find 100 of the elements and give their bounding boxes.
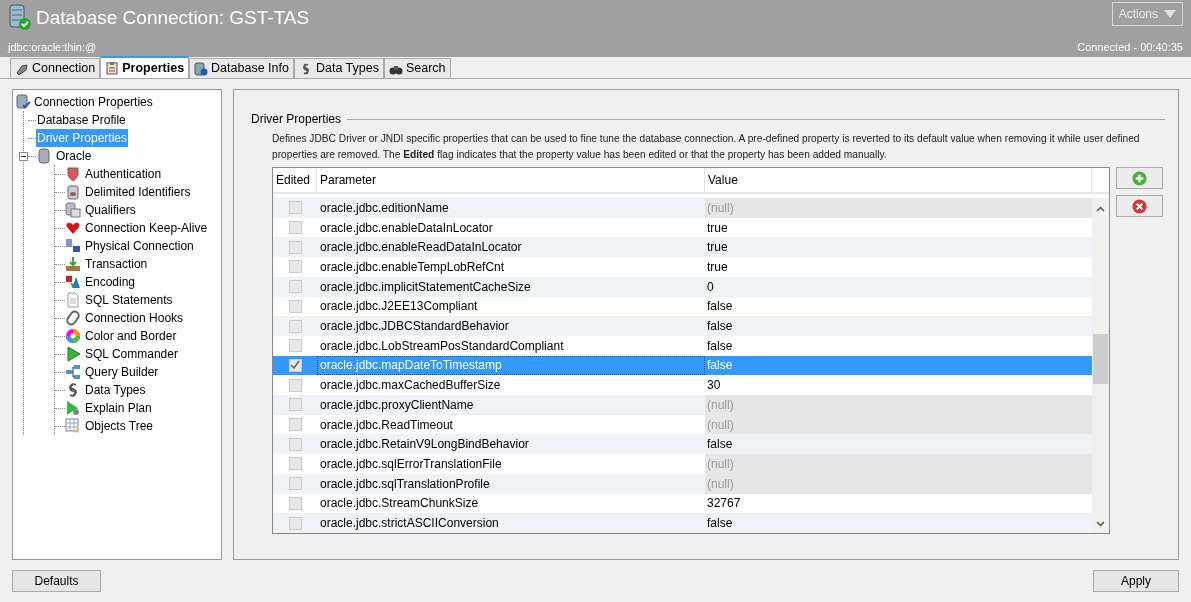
tree-item[interactable]: SQL Commander [84,345,179,363]
scrollbar-thumb[interactable] [1093,334,1108,384]
tab[interactable]: Connection [10,58,101,78]
tray-arrow-icon [65,256,81,272]
table-cell-text: oracle.jdbc.ReadTimeout [319,416,454,434]
play-icon [65,346,81,362]
edited-checkbox[interactable] [288,358,302,372]
table-row[interactable]: oracle.jdbc.implicitStatementCacheSize 0 [273,276,1092,297]
table-row[interactable]: oracle.jdbc.enableReadDataInLocator true [273,237,1092,258]
table-cell-text: oracle.jdbc.enableReadDataInLocator [319,239,523,257]
table-row[interactable]: oracle.jdbc.sqlTranslationProfile (null) [273,473,1092,494]
tree-item[interactable]: Transaction [84,255,149,273]
section-title: Driver Properties [251,111,342,128]
remove-button[interactable] [1116,195,1163,217]
edited-checkbox[interactable] [288,418,302,432]
edited-checkbox[interactable] [288,299,302,313]
edited-checkbox[interactable] [288,477,302,491]
edited-checkbox[interactable] [288,457,302,471]
tree-item[interactable]: Connection Hooks [84,309,185,327]
edited-checkbox[interactable] [288,496,302,510]
tree-item[interactable]: Explain Plan [84,399,153,417]
tree-item[interactable]: Color and Border [84,327,178,345]
edited-checkbox[interactable] [288,221,302,235]
edited-checkbox[interactable] [288,398,302,412]
tree-item[interactable]: Connection Keep-Alive [84,219,209,237]
table-cell-text: false [706,436,734,454]
clipboard-icon [105,61,120,75]
tree-item[interactable]: Data Types [84,381,147,399]
edited-checkbox[interactable] [288,319,302,333]
tree-item[interactable]: Delimited Identifiers [84,183,192,201]
caret-icon [1164,10,1176,18]
table-cell-text: oracle.jdbc.sqlErrorTranslationFile [319,456,503,473]
table-row[interactable]: oracle.jdbc.proxyClientName (null) [273,395,1092,415]
table-cell-text: false [706,318,734,336]
tab[interactable]: Properties [100,56,190,78]
table-cell-text: oracle.jdbc.implicitStatementCacheSize [319,278,532,296]
plug-icon [15,61,29,76]
edited-checkbox[interactable] [288,516,302,530]
tree-item[interactable]: Authentication [84,165,163,183]
column-header[interactable]: Value [705,168,1092,192]
document-icon [65,292,81,308]
tree-item[interactable]: Connection Properties [33,93,154,111]
close-icon [1132,198,1147,214]
play-gear-icon [65,400,81,416]
table-cell-text: oracle.jdbc.RetainV9LongBindBehavior [319,436,530,454]
tree-item[interactable]: Database Profile [36,111,127,129]
edited-checkbox[interactable] [288,260,302,274]
table-cell: (null) [705,473,1092,494]
table-cell: (null) [705,454,1092,474]
defaults-button[interactable]: Defaults [12,570,101,592]
tree-item[interactable]: Oracle [55,147,93,165]
tab[interactable]: Search [383,58,451,78]
plus-icon [1132,170,1147,186]
table-cell: oracle.jdbc.mapDateToTimestamp [317,355,705,376]
edited-checkbox[interactable] [288,339,302,353]
carabiner-icon [65,310,81,326]
table-cell-text: oracle.jdbc.strictASCIIConversion [319,515,500,533]
database-info-icon [194,61,209,76]
table-cell: (null) [705,414,1092,435]
window-title: Database Connection: GST-TAS [36,6,310,30]
edited-checkbox[interactable] [288,240,302,254]
tree-item[interactable]: Encoding [84,273,137,291]
table-cell-text: 30 [706,377,722,395]
connection-status: Connected - 00:40:35 [1077,39,1183,55]
edited-checkbox[interactable] [288,378,302,392]
apply-button[interactable]: Apply [1093,570,1179,592]
tree-item[interactable]: Query Builder [84,363,160,381]
tab[interactable]: Data Types [293,58,384,78]
tree-item[interactable]: SQL Statements [84,291,174,309]
table-cell-text: oracle.jdbc.enableDataInLocator [319,219,494,237]
scrollbar[interactable] [1092,198,1109,533]
scroll-up-icon [1096,206,1105,212]
table-cell-text: true [706,219,729,237]
database-check-icon [8,4,32,33]
tab[interactable]: Database Info [189,58,294,78]
add-button[interactable] [1116,167,1163,189]
table-row[interactable]: oracle.jdbc.strictASCIIConversion false [273,513,1092,533]
table-cell-text: true [706,258,729,276]
tree-item[interactable]: Physical Connection [84,237,195,255]
tree-item[interactable]: Qualifiers [84,201,137,219]
table-cell-text: false [706,298,734,316]
column-header[interactable]: Edited [273,168,317,192]
color-wheel-icon [65,328,81,344]
table-row[interactable]: oracle.jdbc.editionName (null) [273,198,1092,218]
edited-checkbox[interactable] [288,280,302,294]
edited-checkbox[interactable] [288,437,302,451]
check-icon [290,360,300,371]
table-cell-text: oracle.jdbc.maxCachedBufferSize [319,377,502,395]
table-cell-text: oracle.jdbc.proxyClientName [319,396,475,414]
column-header[interactable]: Parameter [317,168,705,192]
scroll-down-icon [1096,521,1105,527]
grid-star-icon [65,418,81,434]
table-row[interactable]: oracle.jdbc.RetainV9LongBindBehavior false [273,434,1092,455]
shield-icon [65,166,81,182]
diagram-icon [65,364,81,380]
tree-item[interactable]: Objects Tree [84,417,155,435]
table-row[interactable]: oracle.jdbc.JDBCStandardBehavior false [273,316,1092,336]
edited-checkbox[interactable] [288,201,302,215]
collapse-toggle[interactable] [19,151,28,161]
section-description: Defines JDBC Driver or JNDI specific properties that can be used to fine tune the database connection. A pre-defined property is reverted to its default value when removing it while user defined properties are removed. The Edited flag indicates that the property value has been edited or that the property has been added manually. [272,132,1141,162]
